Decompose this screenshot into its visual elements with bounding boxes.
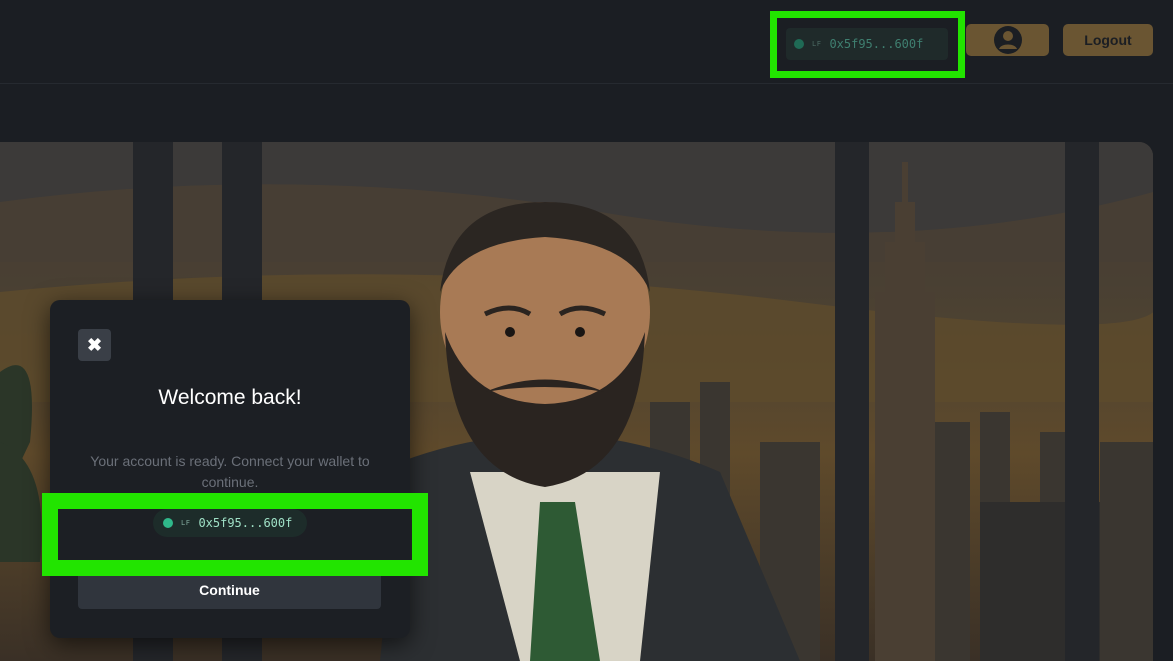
modal-title: Welcome back!	[158, 386, 302, 409]
close-icon: ✖	[86, 334, 103, 355]
close-button[interactable]: ✖	[78, 329, 111, 361]
modal-subtitle: Your account is ready. Connect your wall…	[90, 453, 370, 490]
highlight-box-wallet-header	[770, 11, 965, 78]
user-circle-icon	[993, 26, 1022, 54]
logout-button[interactable]: Logout	[1063, 24, 1153, 56]
account-button[interactable]	[966, 24, 1049, 56]
top-navigation-bar: LF 0x5f95...600f Logout	[0, 0, 1173, 84]
highlight-box-modal-wallet	[42, 493, 428, 576]
welcome-modal: ✖ Welcome back! Your account is ready. C…	[50, 300, 410, 638]
